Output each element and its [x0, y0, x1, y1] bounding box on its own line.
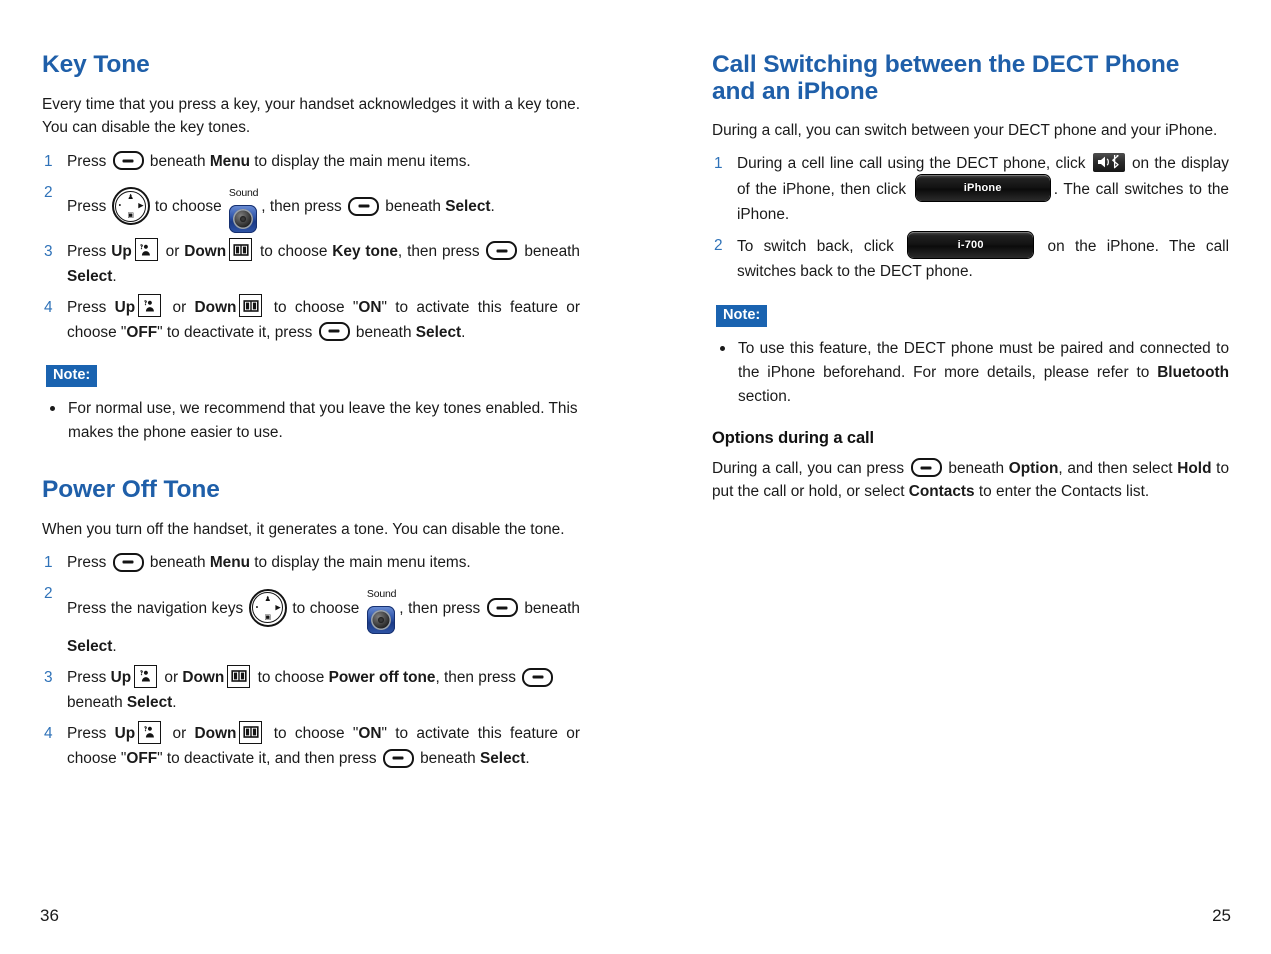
sound-icon-caption: Sound — [228, 186, 259, 199]
up-key-icon — [138, 294, 162, 317]
step-text: Press Up or Down to choose Key tone, the… — [67, 238, 580, 285]
emphasis-text: Select — [445, 198, 491, 216]
call-switching-intro-text: During a call, you can switch between yo… — [712, 121, 1218, 139]
emphasis-text: Up — [114, 725, 136, 743]
key-tone-note-list: For normal use, we recommend that you le… — [42, 397, 580, 445]
step-item: Press the navigation keys ♟ ▣ • ▶ to choose… — [42, 582, 580, 660]
i700-pill-button[interactable]: i-700 — [908, 232, 1034, 259]
step-text: Press Up or Down to choose "ON" to activ… — [67, 294, 580, 341]
emphasis-text: Down — [184, 242, 227, 260]
speaker-glyph-icon — [366, 606, 395, 635]
power-off-tone-steps-list: Press beneath Menu to display the main m… — [42, 551, 580, 772]
emphasis-text: ON — [358, 298, 382, 316]
up-key-icon — [138, 720, 162, 744]
emphasis-text: Select — [67, 267, 113, 285]
step-item: During a cell line call using the DECT p… — [712, 152, 1229, 228]
emphasis-text: Up — [114, 298, 136, 316]
up-key-icon — [134, 238, 158, 262]
step-text: To switch back, click i-700 on the iPhon… — [737, 232, 1229, 280]
softkey-icon — [112, 552, 144, 572]
softkey-icon — [318, 321, 350, 341]
manual-page-spread: Key Tone Every time that you press a key… — [0, 0, 1271, 954]
emphasis-text: Up — [110, 669, 132, 687]
right-page-column: Call Switching between the DECT Phone an… — [636, 0, 1271, 954]
step-item: Press Up or Down to choose "ON" to activ… — [42, 294, 580, 346]
softkey-icon — [348, 196, 379, 216]
emphasis-text: Option — [1008, 459, 1059, 477]
step-item: Press ♟ ▣ • ▶ to choose Sound, then press b… — [42, 181, 580, 234]
softkey-icon — [910, 458, 942, 478]
down-key-icon — [227, 664, 251, 688]
note-item: To use this feature, the DECT phone must… — [716, 337, 1229, 409]
softkey-icon — [522, 667, 554, 687]
step-text: Press ♟ ▣ • ▶ to choose Sound, then press b… — [67, 187, 495, 233]
page-title-power-off-tone: Power Off Tone — [42, 476, 220, 503]
emphasis-text: OFF — [126, 323, 158, 341]
sound-menu-icon: Sound — [228, 180, 259, 233]
note-text: For normal use, we recommend that you le… — [68, 400, 578, 442]
sound-menu-icon: Sound — [366, 581, 397, 635]
navigation-key-icon: ♟ ▣ • ▶ — [111, 187, 150, 226]
step-item: Press Up or Down to choose "ON" to activ… — [42, 720, 580, 772]
sound-icon-caption: Sound — [366, 588, 397, 601]
call-switching-steps-list: During a cell line call using the DECT p… — [712, 152, 1229, 285]
emphasis-text: Menu — [209, 152, 250, 170]
emphasis-text: Down — [194, 298, 237, 316]
iphone-pill-button[interactable]: iPhone — [915, 175, 1050, 202]
page-number-right: 25 — [1212, 906, 1231, 925]
left-page-column: Key Tone Every time that you press a key… — [0, 0, 636, 954]
emphasis-text: Contacts — [908, 482, 975, 500]
emphasis-text: Select — [479, 750, 526, 768]
down-key-icon — [229, 238, 253, 262]
softkey-icon — [112, 151, 144, 171]
emphasis-text: Key tone — [332, 242, 398, 260]
softkey-icon — [486, 598, 518, 618]
emphasis-text: Down — [182, 669, 225, 687]
step-item: Press beneath Menu to display the main m… — [42, 150, 580, 175]
page-number-left: 36 — [40, 906, 59, 925]
emphasis-text: Down — [194, 725, 237, 743]
step-item: Press Up or Down to choose Power off ton… — [42, 664, 580, 716]
note-item: For normal use, we recommend that you le… — [46, 397, 580, 445]
navigation-key-icon: ♟ ▣ • ▶ — [248, 588, 287, 627]
emphasis-text: Select — [126, 694, 173, 712]
step-item: Press beneath Menu to display the main m… — [42, 551, 580, 576]
emphasis-text: ON — [358, 725, 382, 743]
down-key-icon — [239, 720, 263, 744]
note-badge: Note: — [46, 365, 98, 388]
step-item: To switch back, click i-700 on the iPhon… — [712, 232, 1229, 285]
step-text: Press the navigation keys ♟ ▣ • ▶ to choose… — [67, 588, 580, 656]
speaker-glyph-icon — [228, 204, 257, 233]
note-text: To use this feature, the DECT phone must… — [738, 339, 1229, 405]
key-tone-steps-list: Press beneath Menu to display the main m… — [42, 150, 580, 346]
softkey-icon — [486, 241, 518, 261]
page-title-key-tone: Key Tone — [42, 51, 150, 78]
down-key-icon — [239, 294, 263, 317]
speaker-bluetooth-button-icon — [1092, 152, 1125, 172]
up-key-icon — [134, 664, 158, 688]
emphasis-text: Up — [111, 242, 132, 260]
step-text: Press Up or Down to choose "ON" to activ… — [67, 720, 580, 768]
softkey-icon — [382, 748, 414, 768]
emphasis-text: Select — [67, 638, 113, 656]
note-badge: Note: — [716, 305, 768, 327]
step-text: Press beneath Menu to display the main m… — [67, 552, 471, 572]
emphasis-text: Select — [415, 323, 462, 341]
step-text: During a cell line call using the DECT p… — [737, 152, 1229, 223]
page-title-call-switching: Call Switching between the DECT Phone an… — [712, 51, 1180, 105]
step-text: Press Up or Down to choose Power off ton… — [67, 664, 555, 712]
step-text: Press beneath Menu to display the main m… — [67, 151, 471, 171]
subsection-title-options-during-a-call: Options during a call — [712, 428, 874, 447]
step-item: Press Up or Down to choose Key tone, the… — [42, 238, 580, 290]
emphasis-text: Hold — [1177, 459, 1212, 477]
options-during-call-body: During a call, you can press beneath Opt… — [712, 458, 1230, 500]
power-off-tone-intro-text: When you turn off the handset, it genera… — [42, 520, 565, 538]
call-switching-note-list: To use this feature, the DECT phone must… — [712, 337, 1229, 409]
emphasis-text: Power off tone — [328, 669, 436, 687]
key-tone-intro-text: Every time that you press a key, your ha… — [42, 95, 580, 137]
emphasis-text: Bluetooth — [1157, 363, 1229, 381]
emphasis-text: Menu — [209, 554, 250, 572]
emphasis-text: OFF — [126, 750, 158, 768]
